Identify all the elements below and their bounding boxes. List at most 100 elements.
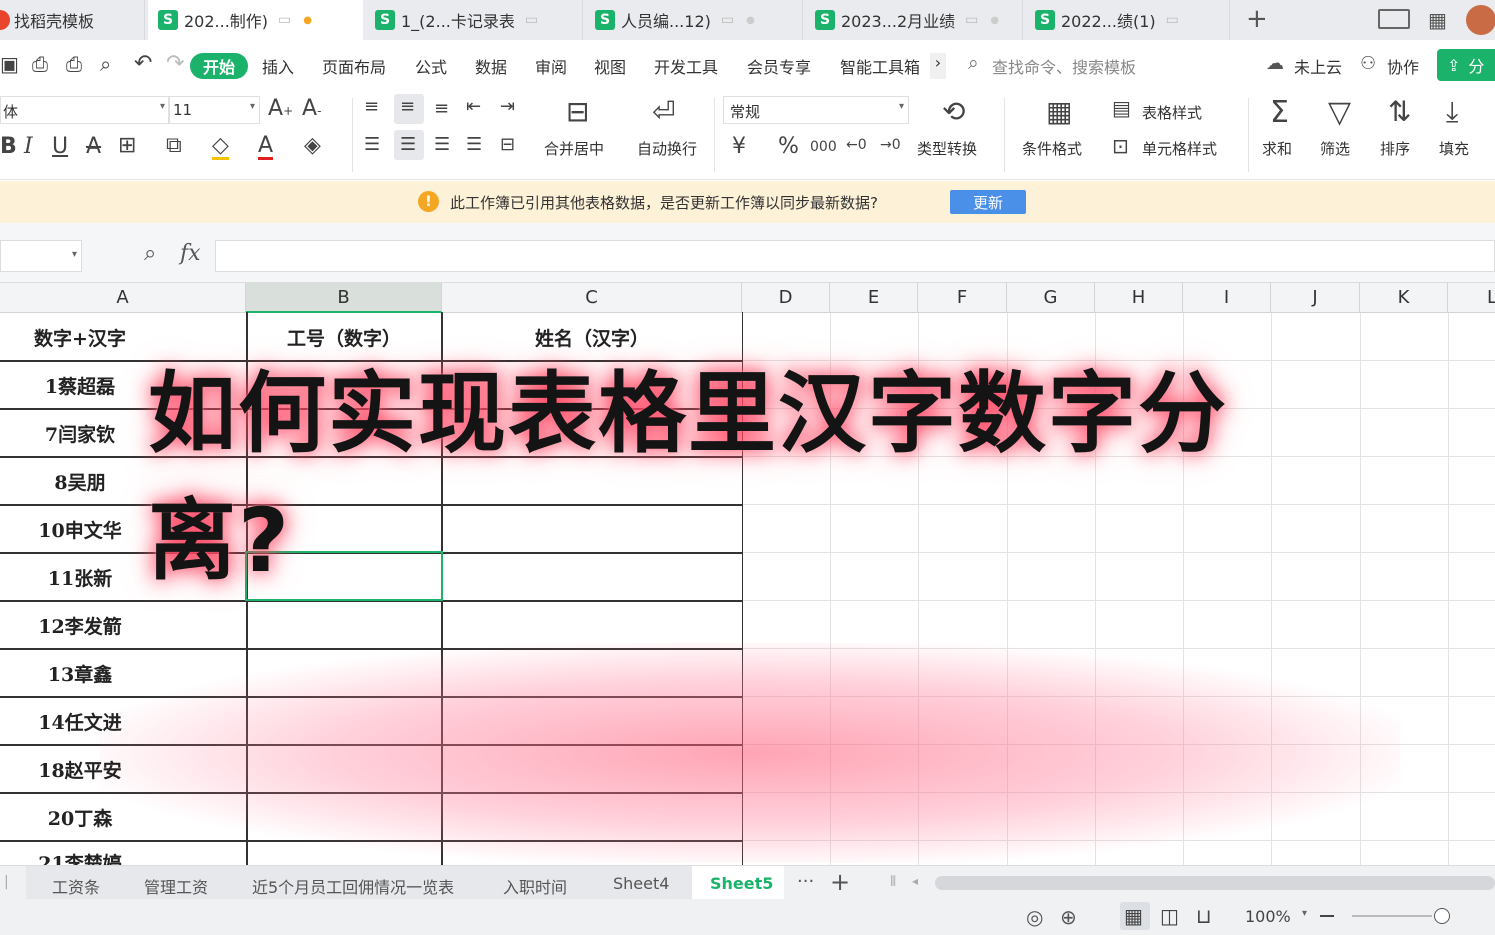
eye-protect-icon[interactable]: ◎ bbox=[1026, 905, 1043, 929]
thousands-icon[interactable]: 000 bbox=[810, 140, 837, 154]
border-icon[interactable]: ⊞ bbox=[118, 135, 136, 157]
menu-review[interactable]: 审阅 bbox=[535, 54, 567, 78]
undo-icon[interactable]: ↶ bbox=[134, 53, 152, 75]
font-shrink-icon[interactable]: A- bbox=[302, 98, 321, 120]
formula-input[interactable] bbox=[215, 240, 1495, 272]
clear-format-icon[interactable]: ◈ bbox=[304, 135, 321, 157]
page-layout-view-icon[interactable]: ◫ bbox=[1160, 904, 1179, 928]
print-preview-icon[interactable]: ⌕ bbox=[100, 54, 111, 74]
align-center-icon[interactable]: ☰ bbox=[400, 136, 416, 154]
merge-center-button[interactable]: 合并居中 bbox=[544, 138, 604, 159]
page-break-view-icon[interactable]: ⊔ bbox=[1196, 904, 1212, 928]
col-header-k[interactable]: K bbox=[1360, 283, 1448, 313]
sum-button[interactable]: 求和 bbox=[1262, 138, 1292, 159]
tab-doc-5[interactable]: S 2022...绩(1) ▭ bbox=[1025, 0, 1230, 40]
add-sheet-button[interactable]: + bbox=[830, 868, 850, 896]
fill-button[interactable]: 填充 bbox=[1439, 138, 1469, 159]
cell-a4[interactable]: 8吴朋 bbox=[0, 457, 160, 505]
sheet-tab-active[interactable]: Sheet5 bbox=[710, 874, 773, 893]
worksheet-grid[interactable]: A B C D E F G H I J K L 数字+汉字 工号（数字） 姓名（… bbox=[0, 283, 1495, 865]
cloud-status-button[interactable]: 未上云 bbox=[1294, 54, 1342, 78]
normal-view-icon[interactable]: ▦ bbox=[1124, 904, 1143, 928]
menu-page-layout[interactable]: 页面布局 bbox=[322, 54, 386, 78]
align-top-icon[interactable]: ≡ bbox=[364, 98, 379, 116]
cell-a12[interactable]: 21李楚婷 bbox=[0, 849, 160, 865]
cell-a6[interactable]: 11张新 bbox=[0, 553, 160, 601]
menu-smart-toolbox[interactable]: 智能工具箱 bbox=[840, 54, 920, 78]
update-button[interactable]: 更新 bbox=[950, 190, 1026, 214]
menu-start-button[interactable]: 开始 bbox=[190, 53, 248, 79]
sheet-nav-first-icon[interactable]: | bbox=[4, 874, 9, 890]
indent-increase-icon[interactable]: ⇥ bbox=[500, 98, 515, 116]
menu-view[interactable]: 视图 bbox=[594, 54, 626, 78]
cell-a8[interactable]: 13章鑫 bbox=[0, 649, 160, 697]
print-icon[interactable]: ⎙ bbox=[66, 54, 82, 74]
font-grow-icon[interactable]: A+ bbox=[268, 98, 293, 120]
menu-formula[interactable]: 公式 bbox=[415, 54, 447, 78]
sort-button[interactable]: 排序 bbox=[1380, 138, 1410, 159]
cell-a3[interactable]: 7闫家钦 bbox=[0, 409, 160, 457]
align-middle-icon[interactable]: ≡ bbox=[400, 98, 415, 116]
close-dot-icon[interactable]: ● bbox=[990, 15, 999, 26]
cell-a11[interactable]: 20丁森 bbox=[0, 793, 160, 841]
cell-a9[interactable]: 14任文进 bbox=[0, 697, 160, 745]
col-header-h[interactable]: H bbox=[1095, 283, 1183, 313]
fill-color-icon[interactable]: ◇ bbox=[212, 135, 229, 160]
menu-member[interactable]: 会员专享 bbox=[747, 54, 811, 78]
type-convert-button[interactable]: 类型转换 bbox=[917, 138, 977, 159]
table-style-button[interactable]: 表格样式 bbox=[1142, 102, 1202, 123]
font-color-icon[interactable]: A bbox=[258, 135, 274, 160]
sheet-tab-3[interactable]: 近5个月员工回佣情况一览表 bbox=[252, 874, 454, 898]
function-icon[interactable]: fx bbox=[180, 241, 201, 266]
cell-style-button[interactable]: 单元格样式 bbox=[1142, 138, 1217, 159]
splitter-icon[interactable]: ⦀ bbox=[890, 874, 896, 890]
col-header-b[interactable]: B bbox=[246, 283, 442, 313]
col-header-c[interactable]: C bbox=[442, 283, 742, 313]
cell-a1[interactable]: 数字+汉字 bbox=[0, 313, 160, 361]
menu-more-button[interactable]: › bbox=[930, 53, 946, 79]
strikethrough-icon[interactable]: A bbox=[86, 136, 101, 158]
save-icon[interactable]: ▣ bbox=[0, 54, 19, 74]
tab-template[interactable]: 找稻壳模板 bbox=[0, 0, 145, 40]
tab-doc-3[interactable]: S 人员编...12) ▭ ● bbox=[585, 0, 803, 40]
conditional-format-button[interactable]: 条件格式 bbox=[1022, 138, 1082, 159]
name-box[interactable]: ▾ bbox=[0, 240, 82, 272]
cell-a5[interactable]: 10申文华 bbox=[0, 505, 160, 553]
bold-icon[interactable]: B bbox=[0, 136, 17, 158]
col-header-j[interactable]: J bbox=[1271, 283, 1360, 313]
zoom-level[interactable]: 100% bbox=[1245, 907, 1291, 926]
col-header-g[interactable]: G bbox=[1007, 283, 1095, 313]
menu-insert[interactable]: 插入 bbox=[262, 54, 294, 78]
col-header-i[interactable]: I bbox=[1183, 283, 1271, 313]
indent-decrease-icon[interactable]: ⇤ bbox=[466, 98, 481, 116]
col-header-f[interactable]: F bbox=[918, 283, 1007, 313]
number-format-select[interactable]: 常规 ▾ bbox=[723, 96, 909, 124]
col-header-l[interactable]: L bbox=[1448, 283, 1495, 313]
tab-doc-4[interactable]: S 2023...2月业绩 ▭ ● bbox=[805, 0, 1023, 40]
col-header-a[interactable]: A bbox=[0, 283, 246, 313]
menu-data[interactable]: 数据 bbox=[475, 54, 507, 78]
zoom-slider-handle[interactable] bbox=[1434, 908, 1450, 924]
align-right-icon[interactable]: ☰ bbox=[434, 136, 450, 154]
wrap-text-button[interactable]: 自动换行 bbox=[637, 138, 697, 159]
decimal-decrease-icon[interactable]: →0 bbox=[880, 138, 901, 152]
decimal-increase-icon[interactable]: ←0 bbox=[846, 138, 867, 152]
apps-grid-icon[interactable]: ▦ bbox=[1428, 8, 1447, 32]
avatar[interactable] bbox=[1466, 5, 1495, 35]
redo-icon[interactable]: ↷ bbox=[166, 53, 184, 75]
zoom-out-button[interactable] bbox=[1320, 915, 1334, 917]
distributed-icon[interactable]: ⊟ bbox=[500, 136, 515, 154]
sheet-tab-5[interactable]: Sheet4 bbox=[613, 874, 669, 893]
col-header-e[interactable]: E bbox=[830, 283, 918, 313]
cell-a7[interactable]: 12李发箭 bbox=[0, 601, 160, 649]
sheet-tab-2[interactable]: 管理工资 bbox=[144, 874, 208, 898]
align-left-icon[interactable]: ☰ bbox=[364, 136, 380, 154]
cell-a2[interactable]: 1蔡超磊 bbox=[0, 361, 160, 409]
chevron-down-icon[interactable]: ▾ bbox=[1302, 908, 1307, 919]
align-bottom-icon[interactable]: ≡ bbox=[434, 100, 449, 118]
percent-icon[interactable]: % bbox=[778, 136, 799, 158]
export-icon[interactable]: ⎙ bbox=[32, 54, 48, 74]
tab-active-doc[interactable]: S 202...制作) ▭ ● bbox=[148, 0, 363, 40]
font-name-select[interactable]: 体 ▾ bbox=[0, 96, 170, 124]
tab-doc-2[interactable]: S 1_(2...卡记录表 ▭ bbox=[365, 0, 583, 40]
